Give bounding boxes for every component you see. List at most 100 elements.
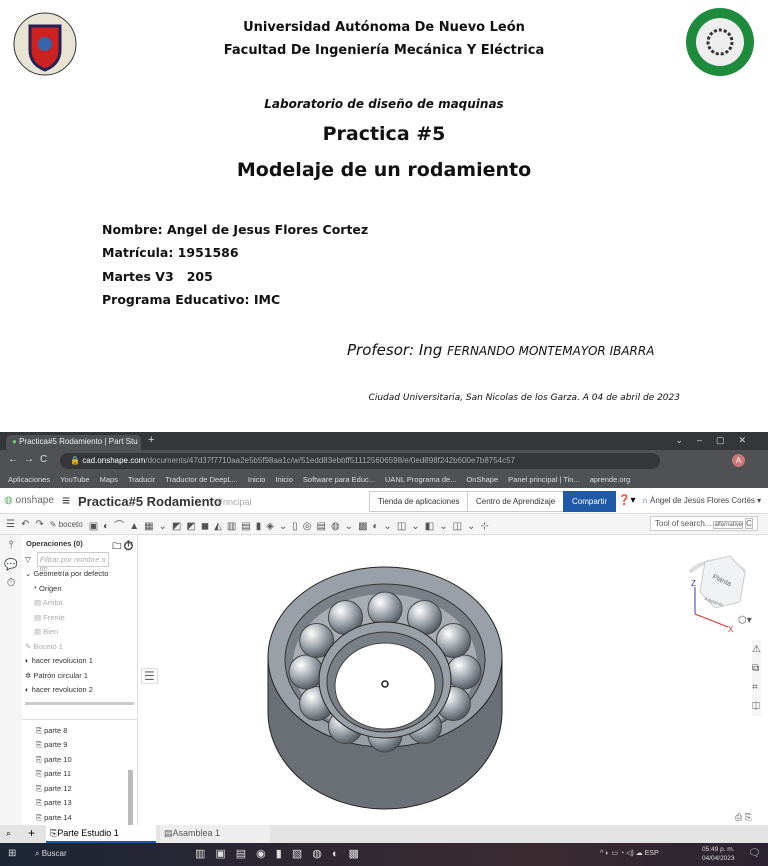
feature-list-icon[interactable]: ☰ (6, 519, 15, 530)
filter-icon[interactable]: ▽ (25, 555, 31, 564)
view-cube[interactable]: Planta Adelante Z X (670, 542, 765, 642)
part-item[interactable]: ⎘ parte 11 (22, 767, 137, 782)
bookmark[interactable]: Aplicaciones (8, 475, 50, 485)
bookmark[interactable]: Panel principal | Tin... (508, 475, 580, 485)
tool-search-input[interactable]: Tool of search... alternative C (650, 516, 758, 531)
faculty-name: Facultad De Ingeniería Mecánica Y Eléctr… (223, 43, 545, 58)
folder-history-icons[interactable]: 🗀 ⏱ (112, 539, 133, 555)
bottom-tabs-bar: ⌕ + ⎘Parte Estudio 1 ▤Asamblea 1 (0, 825, 768, 843)
feature-item[interactable]: * Origen (22, 582, 137, 597)
features-header: Operaciones (0) 🗀 ⏱ (22, 535, 137, 552)
right-panel-icons[interactable]: ⚠ ⧉ ⌗ ⎅ (752, 640, 761, 716)
bookmark[interactable]: aprende.org (590, 475, 630, 485)
student-name: Nombre: Angel de Jesus Flores Cortez (102, 222, 369, 237)
bookmark[interactable]: Software para Educ... (303, 475, 375, 485)
filter-input[interactable]: Filtrar por nombre o tip (36, 552, 110, 573)
learning-center-button[interactable]: Centro de Aprendizaje (467, 491, 565, 512)
part-item[interactable]: ⎘ parte 9 (22, 738, 137, 753)
left-icon-bar: ⫯ 💬 ⏱ (0, 535, 22, 825)
url-path: /documents/47d37f7710aa2e5b5f98aa1c/w/51… (145, 456, 516, 465)
part-item[interactable]: ⎘ parte 8 (22, 724, 137, 739)
bookmark[interactable]: Maps (100, 475, 118, 485)
windows-taskbar: ⊞ ⌕ Buscar ▥▣▤◉▮▧◍◐▩ ^ ◐ ▭ ◔ ◁) ☁ ESP 05… (0, 843, 768, 866)
bookmark[interactable]: YouTube (60, 475, 89, 485)
tab-title: Practica#5 Rodamiento | Part Stu (19, 437, 138, 446)
user-menu[interactable]: ∩ Ángel de Jesús Flores Cortés ▾ (642, 496, 761, 505)
toggle-list-icon[interactable]: ☰ (141, 668, 158, 684)
onshape-favicon: ● (12, 437, 17, 446)
view-options-icon[interactable]: ⬡▾ (738, 615, 752, 626)
parts-scrollbar[interactable] (128, 769, 133, 830)
nav-buttons[interactable]: ←→C (8, 454, 53, 465)
part-item[interactable]: ⎘ parte 10 (22, 753, 137, 768)
insert-icon[interactable]: ⫯ (0, 539, 22, 552)
clock[interactable]: 05:49 p. m. 04/04/2023 (702, 845, 735, 863)
redo-icon[interactable]: ↷ (35, 519, 43, 530)
add-tab-button[interactable]: + (28, 826, 35, 840)
part-item[interactable]: ⎘ parte 13 (22, 796, 137, 811)
comments-icon[interactable]: 💬 (0, 558, 22, 571)
onshape-screenshot: ● Practica#5 Rodamiento | Part Stu ✕ + ⌄… (0, 432, 768, 866)
bookmark[interactable]: Inicio (248, 475, 266, 485)
app-store-button[interactable]: Tienda de aplicaciones (369, 491, 469, 512)
bearing-model[interactable] (260, 562, 520, 822)
feature-item[interactable]: ▤ Bien (22, 625, 137, 640)
fime-logo (686, 8, 754, 76)
place-date: Ciudad Universitaria, San Nicolas de los… (368, 393, 680, 403)
default-geometry-group[interactable]: ⌄ Geometría por defecto (22, 567, 137, 582)
feature-item[interactable]: ▤ Frente (22, 611, 137, 626)
document-name[interactable]: Practica#5 Rodamiento (78, 494, 222, 509)
history-icon[interactable]: ⏱ (0, 577, 22, 590)
parts-list: ⎘ parte 8 ⎘ parte 9 ⎘ parte 10 ⎘ parte 1… (22, 718, 137, 830)
feature-item[interactable]: ◐ hacer revolucion 2 (22, 683, 137, 698)
undo-icon[interactable]: ↶ (21, 519, 29, 530)
student-id: Matrícula: 1951586 (102, 245, 239, 260)
university-name: Universidad Autónoma De Nuevo León (243, 20, 525, 35)
taskbar-apps[interactable]: ▥▣▤◉▮▧◍◐▩ (195, 847, 369, 860)
menu-icon[interactable]: ≡ (62, 492, 70, 508)
address-bar-row: ←→C 🔒 cad.onshape.com/documents/47d37f77… (0, 450, 768, 472)
windows-start-icon[interactable]: ⊞ (8, 848, 16, 859)
program: Programa Educativo: IMC (102, 292, 281, 307)
tab-part-studio[interactable]: ⎘Parte Estudio 1 (46, 825, 156, 843)
onshape-logo[interactable]: ◍ onshape (4, 495, 54, 506)
browser-tab[interactable]: ● Practica#5 Rodamiento | Part Stu ✕ (6, 435, 141, 450)
bearing-ball (367, 591, 403, 627)
sketch-button[interactable]: ✎ boceto (50, 520, 83, 529)
url-input[interactable]: 🔒 cad.onshape.com/documents/47d37f7710aa… (60, 453, 660, 469)
help-icon[interactable]: ❓▾ (618, 495, 635, 506)
lab-name: Laboratorio de diseño de maquinas (264, 97, 504, 111)
professor-prefix: Profesor: Ing (347, 341, 443, 359)
feature-item[interactable]: ✲ Patrón circular 1 (22, 669, 137, 684)
bookmark[interactable]: Traducir (128, 475, 155, 485)
taskbar-search[interactable]: ⌕ Buscar (35, 849, 67, 859)
part-item[interactable]: ⎘ parte 12 (22, 782, 137, 797)
rollback-bar[interactable] (25, 701, 134, 705)
window-controls[interactable]: ⌄–▢✕ (675, 435, 760, 446)
system-tray[interactable]: ^ ◐ ▭ ◔ ◁) ☁ ESP (600, 849, 659, 857)
profile-avatar[interactable]: A (732, 454, 745, 467)
bookmark[interactable]: Traductor de DeepL... (165, 475, 238, 485)
new-tab-button[interactable]: + (148, 434, 154, 446)
part-item[interactable]: ⎘ parte 14 (22, 811, 137, 826)
practice-title: Practica #5 (322, 123, 446, 145)
toolbar-tools[interactable]: ▣◐⌒▲▦⌄◩◩◼◭▥▤▮◈⌄▯◎▤◍⌄▩◐⌄◫⌄◧⌄◫⌄⊹ (89, 517, 494, 532)
feature-panel: Operaciones (0) 🗀 ⏱ ▽ Filtrar por nombre o… (22, 535, 138, 830)
viewport-corner-icons[interactable]: ⎙ ⎘ (735, 812, 752, 823)
notifications-icon[interactable]: 🗨 (748, 848, 761, 859)
tab-assembly[interactable]: ▤Asamblea 1 (160, 825, 270, 843)
professor-name: FERNANDO MONTEMAYOR IBARRA (447, 344, 655, 358)
onshape-header: ◍ onshape ≡ Practica#5 Rodamiento Princi… (0, 488, 768, 514)
bookmark[interactable]: UANL Programa de... (385, 475, 456, 485)
feature-item[interactable]: ▤ Arriba (22, 596, 137, 611)
tab-manager-icon[interactable]: ⌕ (6, 828, 11, 839)
branch-label[interactable]: Principal (217, 497, 252, 507)
feature-item[interactable]: ✎ Boceto 1 (22, 640, 137, 655)
bookmark[interactable]: Inicio (275, 475, 293, 485)
feature-item[interactable]: ◐ hacer revolucion 1 (22, 654, 137, 669)
bookmark[interactable]: OnShape (466, 475, 498, 485)
share-button[interactable]: Compartir (563, 491, 617, 512)
feature-toolbar: ☰ ↶ ↷ ✎ boceto ▣◐⌒▲▦⌄◩◩◼◭▥▤▮◈⌄▯◎▤◍⌄▩◐⌄◫⌄◧⌄… (0, 514, 768, 535)
document-title: Modelaje de un rodamiento (236, 159, 532, 181)
browser-tab-bar: ● Practica#5 Rodamiento | Part Stu ✕ + ⌄… (0, 432, 768, 450)
